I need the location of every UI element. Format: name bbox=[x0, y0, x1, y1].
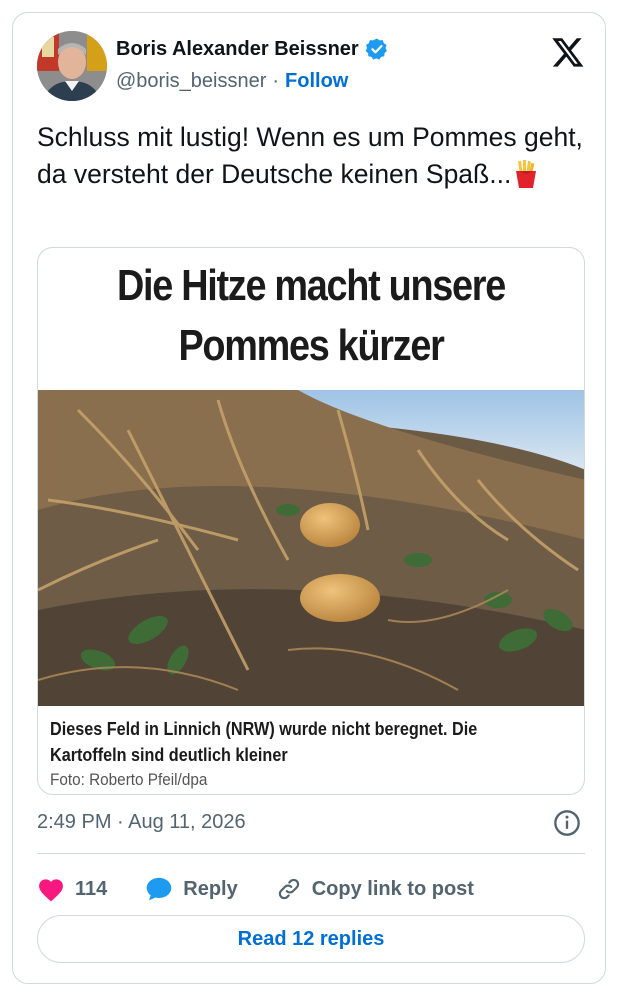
follow-button[interactable]: Follow bbox=[285, 70, 348, 93]
article-headline: Die Hitze macht unsere Pommes kürzer bbox=[76, 256, 546, 376]
handle-separator: · bbox=[272, 70, 280, 92]
read-replies-button[interactable]: Read 12 replies bbox=[37, 915, 585, 963]
tweet-text-body: Schluss mit lustig! Wenn es um Pommes ge… bbox=[37, 122, 583, 189]
verified-badge-icon bbox=[365, 38, 387, 60]
copy-link-label: Copy link to post bbox=[311, 877, 474, 900]
avatar[interactable] bbox=[37, 31, 107, 101]
reply-button[interactable]: Reply bbox=[145, 876, 238, 902]
tweet-text: Schluss mit lustig! Wenn es um Pommes ge… bbox=[37, 119, 597, 193]
headline-line-1: Die Hitze macht unsere bbox=[117, 261, 506, 310]
copy-link-button[interactable]: Copy link to post bbox=[276, 876, 474, 902]
french-fries-emoji-icon bbox=[516, 160, 537, 188]
like-count: 114 bbox=[75, 877, 108, 900]
photo-credit: Foto: Roberto Pfeil/dpa bbox=[50, 770, 208, 789]
reply-bubble-icon bbox=[147, 877, 172, 901]
divider bbox=[37, 853, 585, 854]
reply-label: Reply bbox=[183, 877, 238, 900]
link-icon bbox=[278, 878, 299, 900]
info-icon[interactable] bbox=[553, 809, 581, 837]
like-button[interactable]: 114 bbox=[37, 876, 107, 902]
tweet-card: Boris Alexander Beissner @boris_beissner… bbox=[12, 12, 606, 984]
headline-line-2: Pommes kürzer bbox=[178, 321, 444, 370]
post-timestamp[interactable]: 2:49 PM · Aug 11, 2026 bbox=[37, 811, 246, 834]
author-handle[interactable]: @boris_beissner bbox=[116, 70, 266, 93]
potato-field-photo bbox=[38, 390, 584, 706]
x-logo-icon[interactable] bbox=[551, 35, 585, 69]
article-image[interactable]: Die Hitze macht unsere Pommes kürzer Die… bbox=[37, 247, 585, 795]
heart-icon bbox=[39, 879, 63, 902]
article-caption: Dieses Feld in Linnich (NRW) wurde nicht… bbox=[50, 719, 478, 765]
action-bar: 114 Reply Copy link to post bbox=[37, 869, 512, 909]
author-name[interactable]: Boris Alexander Beissner bbox=[116, 38, 359, 61]
